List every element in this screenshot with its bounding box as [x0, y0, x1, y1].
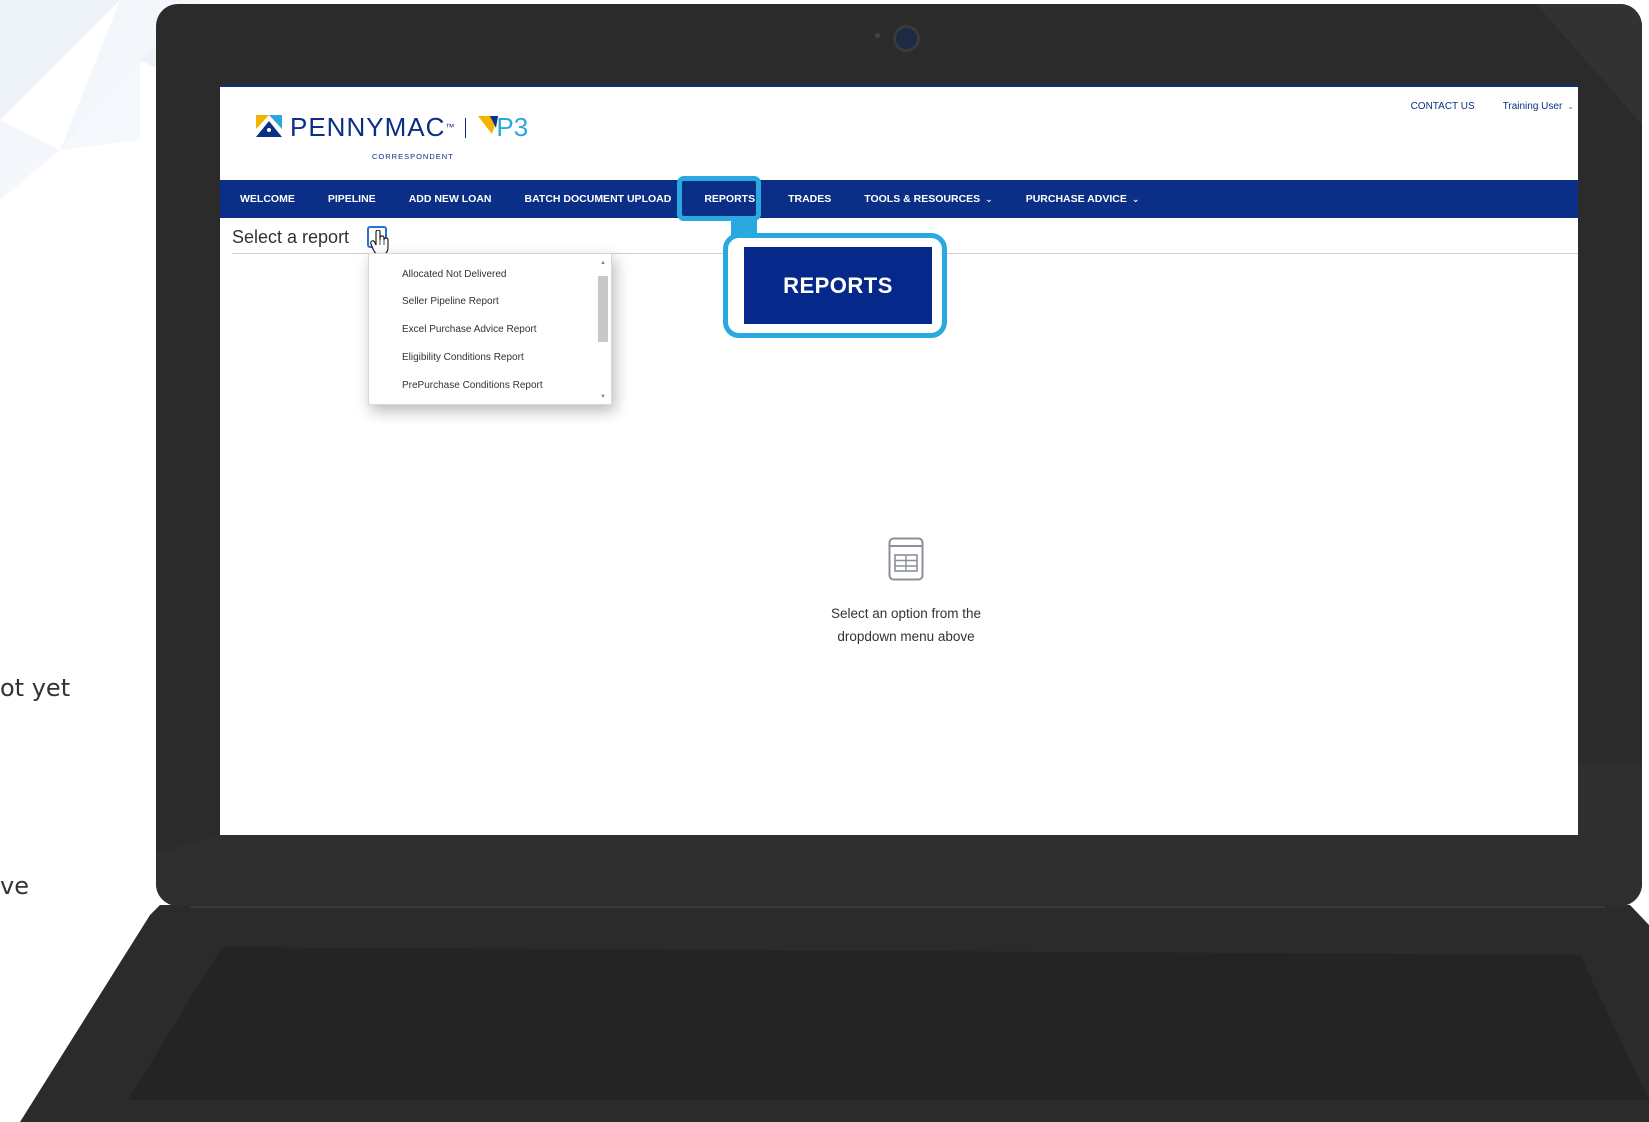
- main-nav: WELCOME PIPELINE ADD NEW LOAN BATCH DOCU…: [220, 180, 1578, 218]
- report-select-label: Select a report: [232, 227, 350, 247]
- dropdown-option[interactable]: Seller Pipeline Report: [402, 296, 499, 307]
- dropdown-option[interactable]: Allocated Not Delivered: [402, 269, 507, 280]
- nav-batch-document-upload[interactable]: BATCH DOCUMENT UPLOAD: [525, 193, 672, 205]
- product-name: P3: [496, 112, 529, 142]
- dropdown-option[interactable]: Excel Purchase Advice Report: [402, 324, 537, 335]
- chevron-down-icon: ⌄: [1131, 193, 1140, 204]
- reports-callout-label: REPORTS: [783, 272, 893, 298]
- empty-state-line: Select an option from the: [830, 606, 982, 621]
- scroll-down-icon[interactable]: ▼: [600, 394, 606, 400]
- user-name: Training User: [1502, 101, 1563, 112]
- nav-trades[interactable]: TRADES: [788, 193, 831, 205]
- logo-divider: [465, 118, 467, 138]
- brand-logo[interactable]: PENNYMAC™ CORRESPONDENT P3: [256, 112, 529, 161]
- table-icon: [888, 537, 924, 581]
- nav-add-new-loan[interactable]: ADD NEW LOAN: [409, 193, 492, 205]
- scroll-up-icon[interactable]: ▲: [600, 260, 606, 266]
- brand-subtitle: CORRESPONDENT: [372, 152, 454, 161]
- camera-icon: [893, 25, 920, 52]
- nav-purchase-advice[interactable]: PURCHASE ADVICE ⌄: [1026, 193, 1140, 205]
- nav-welcome[interactable]: WELCOME: [240, 193, 295, 205]
- sensor-dot: [875, 33, 880, 38]
- chevron-down-icon: ⌄: [985, 193, 993, 204]
- side-text-fragment: ve: [0, 872, 29, 900]
- empty-state-message: Select an option from the dropdown menu …: [749, 602, 1063, 648]
- reports-nav-highlight: [677, 176, 761, 221]
- chevron-down-icon: ⌄: [1567, 102, 1574, 111]
- nav-pipeline[interactable]: PIPELINE: [328, 193, 376, 205]
- p3-logo-icon: [478, 116, 499, 134]
- empty-state-line: dropdown menu above: [837, 629, 975, 644]
- contact-us-link[interactable]: CONTACT US: [1411, 101, 1475, 112]
- laptop-base: [20, 905, 1649, 1122]
- app-screen: PENNYMAC™ CORRESPONDENT P3 CONTACT US Tr…: [220, 85, 1578, 835]
- side-text-fragment: ot yet: [0, 674, 71, 702]
- dropdown-option[interactable]: Eligibility Conditions Report: [402, 352, 524, 363]
- nav-tools-resources[interactable]: TOOLS & RESOURCES ⌄: [864, 193, 992, 205]
- callout-connector: [731, 219, 757, 237]
- dropdown-scrollbar[interactable]: ▲ ▼: [597, 260, 609, 400]
- reports-callout-label-box: REPORTS: [744, 247, 932, 324]
- brand-name: PENNYMAC: [290, 112, 446, 142]
- report-dropdown-list: Allocated Not Delivered Seller Pipeline …: [368, 253, 612, 405]
- pennymac-logo-icon: [256, 115, 282, 137]
- dropdown-option[interactable]: PrePurchase Conditions Report: [402, 380, 543, 391]
- user-menu[interactable]: Training User ⌄: [1503, 101, 1574, 112]
- top-links: CONTACT US Training User ⌄: [1411, 101, 1574, 112]
- scrollbar-thumb[interactable]: [598, 276, 608, 342]
